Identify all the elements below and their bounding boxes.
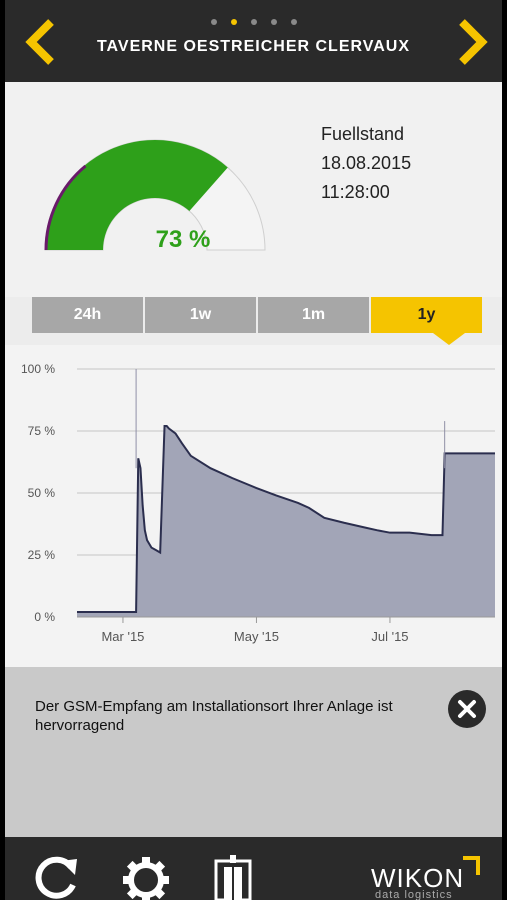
y-tick-label: 0 % [34,610,55,624]
tab-24h[interactable]: 24h [32,297,143,333]
active-tab-pointer [433,333,465,345]
page-dot[interactable] [270,19,277,25]
tab-1m[interactable]: 1m [258,297,369,333]
fill-level-chart: 100 % 75 % 50 % 25 % 0 % Mar '15 May '15 Jul '1… [5,345,502,667]
page-title: TAVERNE OESTREICHER CLERVAUX [96,38,411,55]
y-tick-label: 50 % [28,486,56,500]
footer-bar: WIKON data logistics [5,837,502,900]
x-tick-label: Mar '15 [101,629,144,644]
door-icon[interactable] [213,853,253,900]
page-dot[interactable] [210,19,217,25]
x-tick-label: May '15 [234,629,279,644]
tab-1y[interactable]: 1y [371,297,482,333]
fill-level-label: Fuellstand [321,124,405,144]
page-dot-active[interactable] [230,19,237,25]
header-bar: TAVERNE OESTREICHER CLERVAUX [5,0,502,82]
message-panel: Der GSM-Empfang am Installationsort Ihre… [5,667,502,837]
page-indicator [5,12,502,30]
fill-level-panel: 73 % Fuellstand 18.08.2015 11:28:00 [5,82,502,297]
y-tick-label: 75 % [28,424,56,438]
app-screen: TAVERNE OESTREICHER CLERVAUX 73 % Fuells… [5,0,502,900]
fill-level-percent: 73 % [155,226,211,253]
reading-time: 11:28:00 [321,182,390,202]
page-dot[interactable] [250,19,257,25]
reading-date: 18.08.2015 [321,153,412,173]
x-tick-label: Jul '15 [371,629,408,644]
logo-subtext: data logistics [375,889,453,900]
refresh-icon[interactable] [31,853,81,900]
page-dot[interactable] [290,19,297,25]
fill-level-info: Fuellstand 18.08.2015 11:28:00 [321,120,411,207]
y-tick-label: 25 % [28,548,56,562]
gear-icon[interactable] [120,851,172,900]
tab-1w[interactable]: 1w [145,297,256,333]
gsm-message: Der GSM-Empfang am Installationsort Ihre… [35,698,393,734]
y-tick-label: 100 % [21,362,55,376]
logo-mark-icon [463,856,480,875]
chevron-right-icon[interactable] [454,18,494,66]
range-tabs: 24h 1w 1m 1y [32,297,482,345]
close-circle-icon[interactable] [447,689,487,729]
